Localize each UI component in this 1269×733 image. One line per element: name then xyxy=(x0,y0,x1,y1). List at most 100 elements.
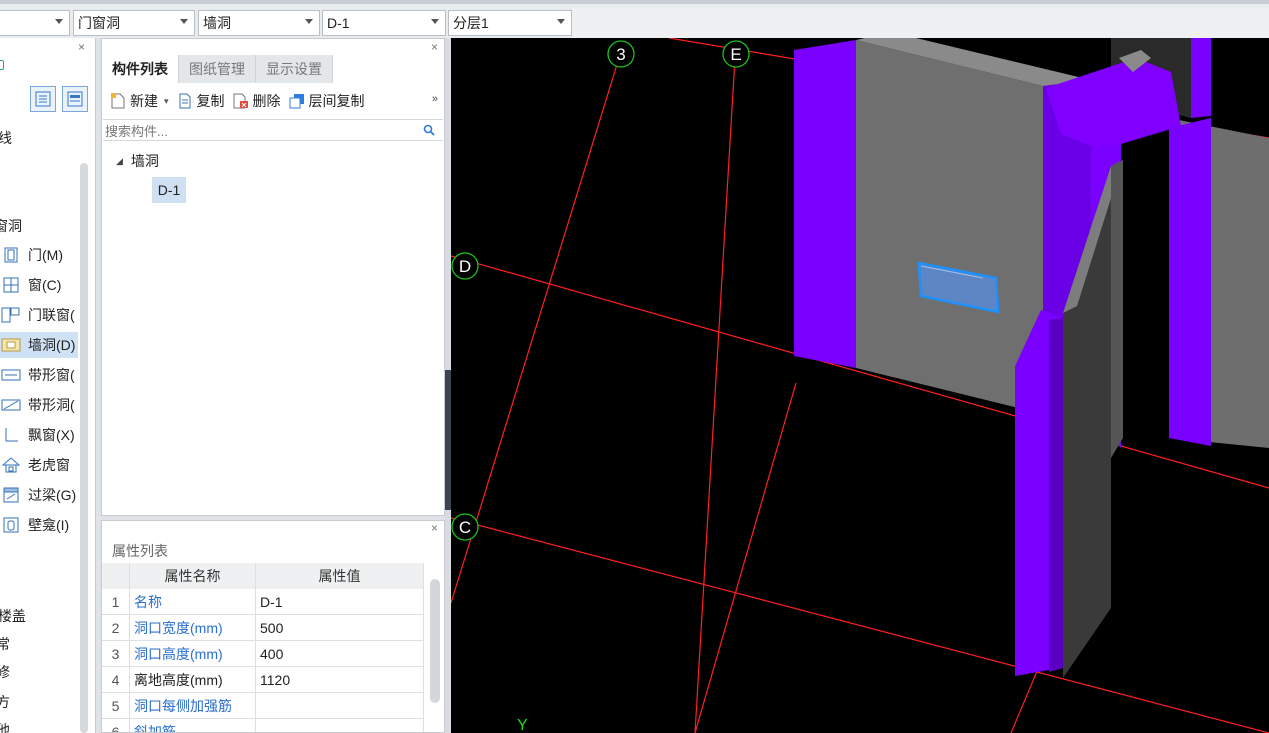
property-row[interactable]: 1 名称 D-1 xyxy=(102,589,424,615)
header-name: 属性名称 xyxy=(130,563,256,589)
dormer-icon xyxy=(0,456,22,474)
3d-viewport[interactable]: 3 E D C Y xyxy=(451,38,1269,733)
filter-combo-value: 墙洞 xyxy=(203,15,231,31)
nav-item-lintel[interactable]: 过梁(G) xyxy=(0,482,78,508)
lintel-icon xyxy=(0,486,22,504)
list-view-button[interactable] xyxy=(30,86,56,112)
nav-partial-text: 方 xyxy=(0,692,10,712)
property-row[interactable]: 3 洞口高度(mm) 400 xyxy=(102,641,424,667)
property-value[interactable]: 400 xyxy=(256,641,424,667)
axis-label-d: D xyxy=(451,252,479,280)
property-table-header: 属性名称 属性值 xyxy=(102,563,424,589)
nav-item-bay-window[interactable]: 飘窗(X) xyxy=(0,422,78,448)
property-value[interactable] xyxy=(256,693,424,719)
nav-partial-text: 修 xyxy=(0,662,10,682)
copy-button[interactable]: 复制 xyxy=(177,91,225,111)
filter-combo-subtype[interactable]: 墙洞 xyxy=(198,10,320,36)
nav-item-window[interactable]: 窗(C) xyxy=(0,272,78,298)
card-view-button[interactable] xyxy=(62,86,88,112)
property-value[interactable] xyxy=(256,719,424,732)
new-button-label: 新建 xyxy=(130,93,158,109)
property-name: 离地高度(mm) xyxy=(130,667,256,693)
nav-group-label: 窗洞 xyxy=(0,218,22,234)
property-scrollbar[interactable] xyxy=(430,579,440,703)
axis-label-e: E xyxy=(722,40,750,68)
new-button[interactable]: 新建 ▾ xyxy=(110,91,169,111)
tree-node-wall-opening[interactable]: ◢ 墙洞 xyxy=(116,151,159,171)
column-face xyxy=(1191,38,1211,118)
property-row[interactable]: 5 洞口每侧加强筋 xyxy=(102,693,424,719)
tree-leaf-d1[interactable]: D-1 xyxy=(152,177,186,203)
axis-label-3: 3 xyxy=(607,40,635,68)
nav-partial-text: 他 xyxy=(0,720,10,733)
grid-line xyxy=(694,57,736,733)
nav-item-dormer[interactable]: 老虎窗 xyxy=(0,452,78,478)
nav-item-door-window[interactable]: 门联窗( xyxy=(0,302,78,328)
property-value[interactable]: D-1 xyxy=(256,589,424,615)
row-index: 5 xyxy=(102,693,130,719)
axis-label-text: 3 xyxy=(616,45,625,64)
filter-combo-layer[interactable]: 分层1 xyxy=(448,10,572,36)
floor-copy-button-label: 层间复制 xyxy=(308,93,365,109)
nav-item-wall-opening[interactable]: 墙洞(D) xyxy=(0,332,78,358)
tab-component-list[interactable]: 构件列表 xyxy=(102,55,179,83)
search-icon[interactable] xyxy=(423,124,435,139)
property-row[interactable]: 6 斜加筋 xyxy=(102,719,424,732)
door-window-icon xyxy=(0,306,22,324)
property-name: 洞口每侧加强筋 xyxy=(130,693,256,719)
tab-drawing-management[interactable]: 图纸管理 xyxy=(179,55,256,83)
property-name: 名称 xyxy=(130,589,256,615)
close-icon[interactable]: × xyxy=(78,40,85,54)
navigation-panel: × 线 窗洞 门(M) 窗(C) 门联窗( 墙洞(D) 带形窗( 带形洞( 飘窗… xyxy=(0,38,96,733)
more-icon[interactable]: » xyxy=(432,93,438,105)
close-icon[interactable]: × xyxy=(431,521,438,535)
nav-item-strip-window[interactable]: 带形窗( xyxy=(0,362,78,388)
door-icon xyxy=(0,246,22,264)
delete-icon xyxy=(233,93,249,109)
column-face xyxy=(1169,118,1211,446)
property-row[interactable]: 2 洞口宽度(mm) 500 xyxy=(102,615,424,641)
nav-item-label: 窗(C) xyxy=(28,277,62,293)
new-file-icon xyxy=(110,93,126,109)
tree-node-label: 墙洞 xyxy=(130,153,159,169)
chevron-down-icon xyxy=(557,19,565,24)
3d-scene[interactable]: 3 E D C Y xyxy=(451,38,1269,733)
nav-scrollbar[interactable] xyxy=(80,163,88,733)
nav-item-niche[interactable]: 壁龛(I) xyxy=(0,512,78,538)
filter-combo-value: D-1 xyxy=(327,15,350,31)
property-name: 斜加筋 xyxy=(130,719,256,732)
delete-button[interactable]: 删除 xyxy=(233,91,281,111)
property-row[interactable]: 4 离地高度(mm) 1120 xyxy=(102,667,424,693)
search-input[interactable]: 搜索构件... xyxy=(103,119,443,141)
property-value[interactable]: 1120 xyxy=(256,667,424,693)
bay-window-icon xyxy=(0,426,22,444)
filter-combo-category[interactable] xyxy=(0,10,70,36)
nav-item-strip-opening[interactable]: 带形洞( xyxy=(0,392,78,418)
row-index: 2 xyxy=(102,615,130,641)
nav-item-door[interactable]: 门(M) xyxy=(0,242,78,268)
nav-item-label: 门联窗( xyxy=(28,307,75,323)
chevron-down-icon xyxy=(305,19,313,24)
filter-combo-type[interactable]: 门窗洞 xyxy=(73,10,195,36)
property-panel-title: 属性列表 xyxy=(112,543,168,559)
axis-label-c: C xyxy=(451,513,479,541)
header-index xyxy=(102,563,130,589)
floor-copy-button[interactable]: 层间复制 xyxy=(289,91,365,111)
axis-label-text: E xyxy=(730,45,741,64)
grid-line xyxy=(694,382,797,733)
column-face xyxy=(1049,318,1063,672)
nav-item-label: 墙洞(D) xyxy=(28,337,76,353)
nav-item-label: 带形窗( xyxy=(28,367,75,383)
nav-partial-text: /楼盖 xyxy=(0,608,26,624)
close-icon[interactable]: × xyxy=(431,40,438,54)
tab-display-settings[interactable]: 显示设置 xyxy=(256,55,333,83)
row-index: 3 xyxy=(102,641,130,667)
filter-combo-component[interactable]: D-1 xyxy=(322,10,446,36)
row-index: 4 xyxy=(102,667,130,693)
row-index: 6 xyxy=(102,719,130,732)
window-icon xyxy=(0,276,22,294)
chevron-down-icon xyxy=(180,19,188,24)
expand-triangle-icon[interactable]: ◢ xyxy=(116,156,123,167)
row-index: 1 xyxy=(102,589,130,615)
property-value[interactable]: 500 xyxy=(256,615,424,641)
